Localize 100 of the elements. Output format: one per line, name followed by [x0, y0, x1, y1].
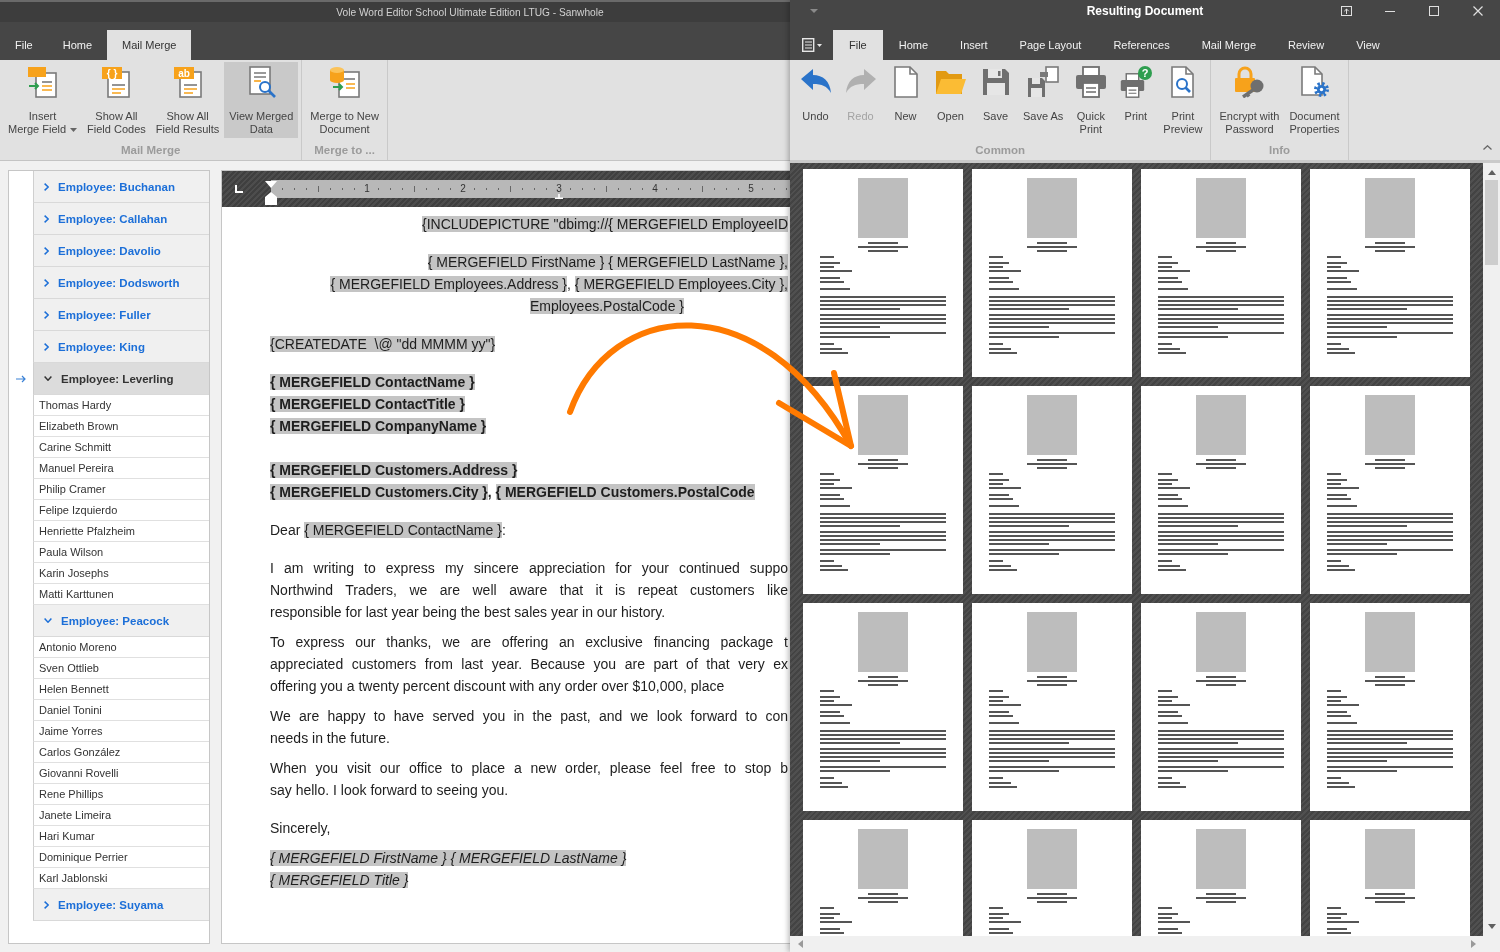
photo-placeholder — [1365, 829, 1415, 889]
group-header[interactable]: Employee: Davolio — [33, 235, 209, 267]
scroll-down-icon[interactable] — [1487, 924, 1496, 929]
ribbon-button[interactable]: Open — [928, 62, 973, 138]
group-header[interactable]: Employee: King — [33, 331, 209, 363]
ribbon-button[interactable]: Document Properties — [1284, 62, 1345, 138]
tab-stop-icon[interactable] — [555, 194, 563, 199]
photo-placeholder — [1196, 829, 1246, 889]
scroll-left-icon[interactable] — [798, 940, 803, 948]
ribbon-tab[interactable]: Page Layout — [1003, 30, 1098, 60]
photo-placeholder — [1365, 178, 1415, 238]
photo-placeholder — [1027, 395, 1077, 455]
save-as-icon — [1027, 66, 1060, 98]
ribbon-button[interactable]: Encrypt with Password — [1214, 62, 1285, 138]
record-row[interactable]: Carine Schmitt — [33, 437, 209, 458]
letter-line: Sincerely, — [270, 819, 332, 838]
record-row[interactable]: Helen Bennett — [33, 679, 209, 700]
photo-placeholder — [1196, 178, 1246, 238]
record-row[interactable]: Dominique Perrier — [33, 847, 209, 868]
photo-placeholder — [858, 395, 908, 455]
ribbon-tab[interactable]: Review — [1272, 30, 1341, 60]
ribbon-tab[interactable]: Home — [882, 30, 945, 60]
close-icon — [1473, 6, 1483, 16]
record-row[interactable]: Karin Josephs — [33, 563, 209, 584]
letter-line: Dear { MERGEFIELD ContactName }: — [270, 521, 507, 540]
scroll-up-icon[interactable] — [1487, 170, 1496, 175]
current-row-icon — [16, 375, 26, 383]
record-row[interactable]: Thomas Hardy — [33, 395, 209, 416]
ribbon-tab[interactable]: View — [1340, 30, 1396, 60]
ribbon-button[interactable]: ab Show All Field Results — [150, 62, 225, 138]
window-title: Resulting Document — [1085, 4, 1205, 18]
record-row[interactable]: Henriette Pfalzheim — [33, 521, 209, 542]
photo-placeholder — [1365, 395, 1415, 455]
ribbon-button[interactable]: { } Show All Field Codes — [82, 62, 151, 138]
ribbon-group-label: Merge to ... — [313, 143, 376, 158]
ribbon-group-label: Info — [1267, 143, 1292, 158]
ribbon-button[interactable]: Save — [973, 62, 1018, 138]
ribbon-tab[interactable]: Home — [47, 30, 108, 60]
window-title: Vole Word Editor School Ultimate Edition LTUG - Sanwhole — [336, 6, 604, 18]
record-row[interactable]: Matti Karttunen — [33, 584, 209, 605]
scroll-right-icon[interactable] — [1471, 940, 1476, 948]
printer-icon — [1074, 66, 1107, 98]
record-row[interactable]: Rene Phillips — [33, 784, 209, 805]
letter-paragraph: We are happy to have served you in the past, and we look forward to con needs in the future. — [270, 707, 788, 748]
record-row[interactable]: Elizabeth Brown — [33, 416, 209, 437]
letter-line: { MERGEFIELD FirstName } { MERGEFIELD LastName } — [270, 849, 628, 868]
record-row[interactable]: Hari Kumar — [33, 826, 209, 847]
ribbon-tab[interactable]: Insert — [944, 30, 1004, 60]
record-row[interactable]: Daniel Tonini — [33, 700, 209, 721]
record-row[interactable]: Giovanni Rovelli — [33, 763, 209, 784]
collapse-ribbon-icon[interactable] — [1483, 145, 1492, 150]
ribbon-button[interactable]: Merge to New Document — [305, 62, 384, 138]
record-row[interactable]: Paula Wilson — [33, 542, 209, 563]
record-row[interactable]: Karl Jablonski — [33, 868, 209, 889]
group-header[interactable]: Employee: Suyama — [33, 889, 209, 921]
padlock-key-icon — [1233, 66, 1266, 98]
record-row[interactable]: Sven Ottlieb — [33, 658, 209, 679]
photo-placeholder — [858, 612, 908, 672]
letter-paragraph: To express our thanks, we are offering an exclusive financing package t appreciated customers from last year. Because you are part of that very ex offering you a twenty percent discount with any order over $10,000, place — [270, 633, 788, 696]
ribbon-button[interactable]: ? Print — [1113, 62, 1159, 138]
document-menu-icon — [801, 38, 822, 52]
document-arrow-icon — [26, 66, 59, 98]
vertical-scrollbar[interactable] — [1483, 163, 1500, 936]
minimize-icon — [1385, 10, 1395, 12]
group-header[interactable]: Employee: Buchanan — [33, 171, 209, 203]
ribbon-tab[interactable]: Mail Merge — [107, 30, 192, 60]
record-row[interactable]: Felipe Izquierdo — [33, 500, 209, 521]
group-header[interactable]: Employee: Callahan — [33, 203, 209, 235]
record-row[interactable]: Janete Limeira — [33, 805, 209, 826]
record-row[interactable]: Jaime Yorres — [33, 721, 209, 742]
ribbon-button[interactable]: Insert Merge Field — [3, 62, 83, 138]
ribbon-button[interactable]: View Merged Data — [224, 62, 299, 138]
group-header[interactable]: Employee: Fuller — [33, 299, 209, 331]
horizontal-scrollbar[interactable] — [790, 936, 1500, 952]
photo-placeholder — [858, 178, 908, 238]
letter-line: { MERGEFIELD Customers.City }, { MERGEFIELD Customers.PostalCode — [270, 483, 756, 502]
ribbon-button[interactable]: Undo — [793, 62, 838, 138]
ribbon-tab[interactable]: References — [1097, 30, 1186, 60]
group-header[interactable]: Employee: Peacock — [33, 605, 209, 637]
record-row[interactable]: Carlos González — [33, 742, 209, 763]
tab-selector-icon[interactable] — [235, 185, 243, 193]
ribbon-tab[interactable]: File — [833, 30, 883, 60]
scrollbar-thumb[interactable] — [1485, 180, 1498, 265]
ribbon-button[interactable]: Quick Print — [1068, 62, 1114, 138]
photo-placeholder — [1027, 178, 1077, 238]
caret-icon[interactable] — [810, 9, 818, 13]
ribbon-button[interactable]: Print Preview — [1158, 62, 1208, 138]
indent-marker-icon[interactable] — [265, 181, 277, 205]
ribbon-button[interactable]: New — [883, 62, 928, 138]
record-row[interactable]: Philip Cramer — [33, 479, 209, 500]
letter-paragraph: I am writing to express my sincere appreciation for your continued suppo Northwind Traders, we are well aware that it is repeat customers like responsible for last year being the best sales year in our history. — [270, 559, 788, 622]
photo-placeholder — [1196, 395, 1246, 455]
ribbon-tab[interactable]: File — [0, 30, 48, 60]
group-header[interactable]: Employee: Dodsworth — [33, 267, 209, 299]
ribbon-button[interactable]: Save As — [1018, 62, 1069, 138]
ribbon-tab[interactable]: Mail Merge — [1185, 30, 1273, 60]
record-row[interactable]: Antonio Moreno — [33, 637, 209, 658]
photo-placeholder — [858, 829, 908, 889]
group-header[interactable]: Employee: Leverling — [33, 363, 209, 395]
record-row[interactable]: Manuel Pereira — [33, 458, 209, 479]
